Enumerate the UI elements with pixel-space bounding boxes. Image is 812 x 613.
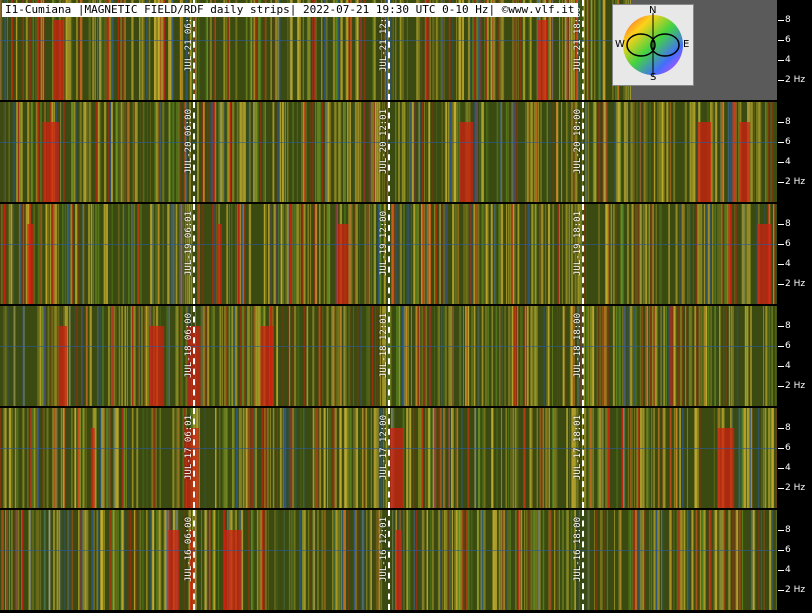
y-tick-label: 6 [785,545,791,555]
y-tick-label: 4 [785,259,791,269]
strip-2022-07-20: JUL-20 06:00 JUL-20 12:01 JUL-20 18:00 8 6 4 2… [0,102,812,202]
time-marker-label: JUL-20 18:00 [572,108,583,174]
y-tick [778,570,784,571]
y-tick [778,264,784,265]
compass-s-label: S [650,72,657,83]
y-tick [778,346,784,347]
y-tick [778,386,784,387]
strip-2022-07-17: JUL-17 06:01 JUL-17 12:00 JUL-17 18:01 8 6 4 2… [0,408,812,508]
y-tick-label: 6 [785,341,791,351]
chart-title: I1-Cumiana |MAGNETIC FIELD/RDF daily str… [2,3,578,17]
y-tick-label: 4 [785,361,791,371]
y-tick [778,488,784,489]
y-tick [778,530,784,531]
spectrogram: JUL-20 06:00 JUL-20 12:01 JUL-20 18:00 [0,102,777,202]
y-tick-label: 2 Hz [785,483,806,493]
y-tick-label: 6 [785,443,791,453]
y-tick-label: 6 [785,137,791,147]
time-marker-label: JUL-18 06:00 [184,312,195,378]
frequency-axis: 8 6 4 2 Hz [777,510,812,610]
y-tick-label: 4 [785,463,791,473]
compass-n-label: N [649,5,657,16]
y-tick-label: 2 Hz [785,75,806,85]
time-marker-label: JUL-20 12:01 [378,108,389,174]
compass-rose: N S E W [612,4,694,86]
y-tick [778,550,784,551]
time-marker-label: JUL-18 18:00 [572,312,583,378]
y-tick [778,590,784,591]
y-tick [778,80,784,81]
compass-e-label: E [683,39,690,50]
frequency-axis: 8 6 4 2 Hz [777,306,812,406]
spectrogram: JUL-19 06:01 JUL-19 12:00 JUL-19 18:01 [0,204,777,304]
y-tick-label: 6 [785,35,791,45]
y-tick-label: 8 [785,321,791,331]
y-tick-label: 8 [785,15,791,25]
y-tick-label: 8 [785,423,791,433]
spectrogram: JUL-17 06:01 JUL-17 12:00 JUL-17 18:01 [0,408,777,508]
y-tick-label: 8 [785,219,791,229]
y-tick [778,60,784,61]
y-tick [778,428,784,429]
y-tick-label: 6 [785,239,791,249]
time-marker-label: JUL-19 18:01 [572,210,583,276]
frequency-axis: 8 6 4 2 Hz [777,408,812,508]
y-tick [778,142,784,143]
time-marker-label: JUL-20 06:00 [184,108,195,174]
y-tick-label: 8 [785,525,791,535]
y-tick [778,244,784,245]
y-tick [778,366,784,367]
time-marker-label: JUL-17 18:01 [572,414,583,480]
y-tick [778,224,784,225]
y-tick [778,40,784,41]
y-tick-label: 2 Hz [785,585,806,595]
frequency-axis: 8 6 4 2 Hz [777,204,812,304]
strip-2022-07-19: JUL-19 06:01 JUL-19 12:00 JUL-19 18:01 8 6 4 2… [0,204,812,304]
frequency-axis: 8 6 4 2 Hz [777,102,812,202]
time-marker-label: JUL-18 12:01 [378,312,389,378]
y-tick [778,162,784,163]
time-marker-label: JUL-16 06:00 [184,516,195,582]
y-tick [778,182,784,183]
strip-2022-07-18: JUL-18 06:00 JUL-18 12:01 JUL-18 18:00 8 6 4 2… [0,306,812,406]
y-tick [778,326,784,327]
y-tick [778,448,784,449]
time-marker-label: JUL-17 12:00 [378,414,389,480]
frequency-axis: 8 6 4 2 Hz [777,0,812,100]
y-tick-label: 4 [785,55,791,65]
y-tick-label: 4 [785,565,791,575]
time-marker-label: JUL-17 06:01 [184,414,195,480]
y-tick-label: 4 [785,157,791,167]
y-tick-label: 2 Hz [785,279,806,289]
y-tick [778,468,784,469]
y-tick-label: 8 [785,117,791,127]
time-marker-label: JUL-19 12:00 [378,210,389,276]
y-tick-label: 2 Hz [785,381,806,391]
spectrogram: JUL-18 06:00 JUL-18 12:01 JUL-18 18:00 [0,306,777,406]
y-tick-label: 2 Hz [785,177,806,187]
spectrogram: JUL-16 06:00 JUL-16 12:01 JUL-16 18:00 [0,510,777,610]
y-tick [778,284,784,285]
time-marker-label: JUL-16 12:01 [378,516,389,582]
time-marker-label: JUL-16 18:00 [572,516,583,582]
strip-2022-07-16: JUL-16 06:00 JUL-16 12:01 JUL-16 18:00 8 6 4 2… [0,510,812,610]
y-tick [778,20,784,21]
time-marker-label: JUL-19 06:01 [184,210,195,276]
compass-w-label: W [615,39,625,50]
y-tick [778,122,784,123]
